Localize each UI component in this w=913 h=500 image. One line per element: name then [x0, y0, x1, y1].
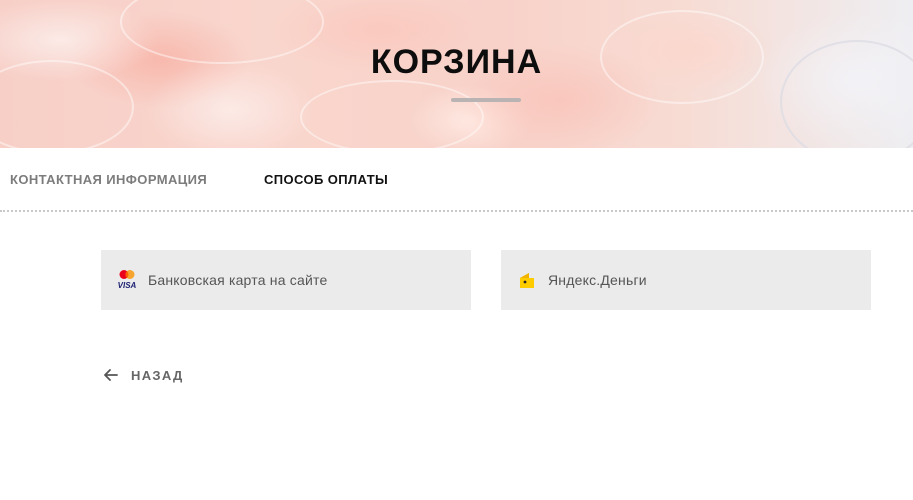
tab-payment-method[interactable]: СПОСОБ ОПЛАТЫ: [264, 172, 388, 187]
checkout-steps: КОНТАКТНАЯ ИНФОРМАЦИЯ СПОСОБ ОПЛАТЫ: [0, 148, 913, 212]
tab-contact-info[interactable]: КОНТАКТНАЯ ИНФОРМАЦИЯ: [10, 172, 207, 187]
arrow-left-icon: [102, 366, 120, 384]
title-underline: [451, 98, 521, 102]
back-label: НАЗАД: [131, 367, 184, 383]
svg-text:VISA: VISA: [118, 281, 137, 290]
decor-petal: [300, 80, 484, 148]
payment-option-bank-card[interactable]: VISA Банковская карта на сайте: [101, 250, 471, 310]
mastercard-visa-icon: VISA: [117, 269, 137, 291]
page-title: КОРЗИНА: [370, 43, 543, 81]
payment-option-label: Яндекс.Деньги: [548, 272, 647, 288]
hero-banner: КОРЗИНА: [0, 0, 913, 148]
payment-option-yandex-money[interactable]: Яндекс.Деньги: [501, 250, 871, 310]
yandex-money-icon: [517, 269, 537, 291]
back-button[interactable]: НАЗАД: [102, 364, 184, 386]
payment-option-label: Банковская карта на сайте: [148, 272, 328, 288]
